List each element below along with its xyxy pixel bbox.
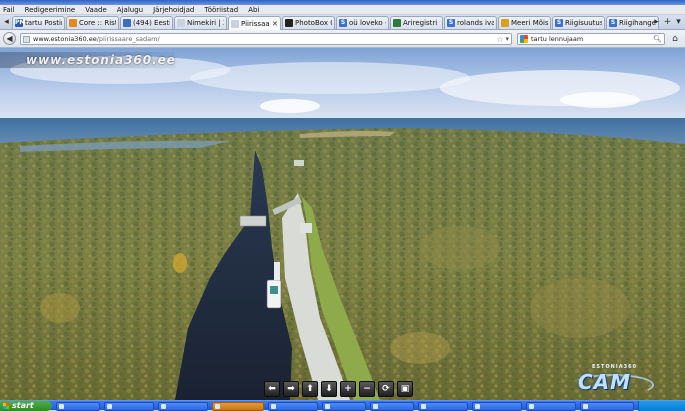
new-tab-button[interactable]: + [662, 17, 673, 28]
tab[interactable]: (494) Eesti M... [120, 16, 173, 29]
viewer-controls: ⬅ ➡ ⬆ ⬇ + − ⟳ ▣ [264, 381, 413, 397]
tab[interactable]: PhotoBox 0.5 [282, 16, 335, 29]
tab-close-icon[interactable]: ✕ [272, 20, 278, 28]
tab-scroll-left-icon[interactable]: ◂ [1, 17, 12, 28]
tab[interactable]: Srolands ivast... [444, 16, 497, 29]
tab-label: Äriregistri te... [403, 19, 440, 27]
person-favicon-icon [501, 19, 509, 27]
url-text[interactable]: www.estonia360.ee/piirissaare_sadam/ [33, 35, 496, 43]
menu-item[interactable]: Abi [248, 5, 259, 15]
tab[interactable]: PMtartu Postim... [12, 16, 65, 29]
page-favicon-icon [177, 19, 185, 27]
tab-label: Nimekiri | 360... [187, 19, 224, 27]
url-path: /piirissaare_sadam/ [96, 35, 160, 43]
autorotate-button[interactable]: ⟳ [378, 381, 394, 397]
menu-item[interactable]: Järjehoidjad [153, 5, 194, 15]
tab[interactable]: Nimekiri | 360... [174, 16, 227, 29]
photobox-favicon-icon [285, 19, 293, 27]
navigation-bar: ◀ www.estonia360.ee/piirissaare_sadam/ ☆… [0, 30, 685, 48]
app-icon [475, 404, 480, 409]
app-icon [583, 404, 588, 409]
fullscreen-button[interactable]: ▣ [397, 381, 413, 397]
app-icon [373, 404, 378, 409]
pan-left-button[interactable]: ⬅ [264, 381, 280, 397]
tab-label: Meeri Mõisap... [511, 19, 548, 27]
page-favicon-icon [231, 19, 239, 28]
app-icon [59, 404, 64, 409]
app-icon [161, 404, 166, 409]
search-engine-icon[interactable] [520, 35, 528, 43]
google-favicon-icon: S [609, 19, 617, 27]
tab-label: (494) Eesti M... [133, 19, 170, 27]
panorama-image[interactable] [0, 48, 685, 400]
search-input[interactable]: tartu lennujaam [531, 35, 653, 43]
app-icon [271, 404, 276, 409]
tab-label: PhotoBox 0.5 [295, 19, 332, 27]
zoom-in-button[interactable]: + [340, 381, 356, 397]
pan-down-button[interactable]: ⬇ [321, 381, 337, 397]
tab[interactable]: SRiigisuutuse ... [552, 16, 605, 29]
tab[interactable]: Soü loveko - G... [336, 16, 389, 29]
globe-favicon-icon [123, 19, 131, 27]
search-icon[interactable]: 🔍︎ [653, 35, 662, 43]
taskbar: start [0, 400, 685, 411]
menu-item[interactable]: Fail [3, 5, 15, 15]
tab-label: Riigisuutuse ... [565, 19, 602, 27]
back-button[interactable]: ◀ [3, 32, 16, 45]
logo-big-text: CAM [578, 370, 632, 394]
tab-label: rolands ivast... [457, 19, 494, 27]
google-favicon-icon: S [339, 19, 347, 27]
tab[interactable]: Äriregistri te... [390, 16, 443, 29]
tab-label: Piirissaare ... [241, 19, 270, 28]
menu-item[interactable]: Vaade [85, 5, 107, 15]
app-icon [421, 404, 426, 409]
camera-logo: ESTONIA360 CAM [572, 364, 654, 396]
tab-active[interactable]: Piirissaare ...✕ [228, 16, 281, 30]
registry-favicon-icon [393, 19, 401, 27]
tab-list-icon[interactable]: ▾ [673, 17, 684, 28]
tab-label: tartu Postim... [25, 19, 62, 27]
app-icon [325, 404, 330, 409]
menu-item[interactable]: Tööriistad [204, 5, 238, 15]
tab[interactable]: Core :: Risto... [66, 16, 119, 29]
postimees-favicon-icon: PM [15, 19, 26, 27]
tab[interactable]: Meeri Mõisap... [498, 16, 551, 29]
menu-item[interactable]: Redigeerimine [25, 5, 76, 15]
bookmark-star-icon[interactable]: ☆ [496, 35, 503, 44]
pan-right-button[interactable]: ➡ [283, 381, 299, 397]
start-label: start [12, 401, 34, 410]
windows-flag-icon [3, 403, 9, 409]
url-history-dropdown-icon[interactable]: ▾ [505, 35, 509, 43]
app-icon [215, 404, 220, 409]
site-watermark: www.estonia360.ee [26, 53, 176, 67]
pan-up-button[interactable]: ⬆ [302, 381, 318, 397]
home-icon: ⌂ [672, 34, 678, 44]
tab-scroll-right-icon[interactable]: ▸ [651, 17, 662, 28]
zoom-out-button[interactable]: − [359, 381, 375, 397]
app-icon [107, 404, 112, 409]
google-favicon-icon: S [447, 19, 455, 27]
site-identity-icon[interactable] [23, 35, 30, 43]
tab-label: oü loveko - G... [349, 19, 386, 27]
back-arrow-icon: ◀ [6, 34, 13, 43]
tab-bar: SRiigihangete ...SRiigisuutuse ...Meeri … [0, 15, 685, 30]
panorama-viewer[interactable]: www.estonia360.ee ⬅ ➡ ⬆ ⬇ + − ⟳ ▣ ESTONIA360 CA… [0, 48, 685, 400]
app-icon [529, 404, 534, 409]
search-bar[interactable]: tartu lennujaam 🔍︎ [517, 33, 665, 45]
menu-bar: Fail Redigeerimine Vaade Ajalugu Järjehoidja… [0, 5, 685, 15]
home-button[interactable]: ⌂ [669, 33, 681, 45]
tab-label: Core :: Risto... [79, 19, 116, 27]
core-favicon-icon [69, 19, 77, 27]
url-host: www.estonia360.ee [33, 35, 97, 43]
menu-item[interactable]: Ajalugu [117, 5, 143, 15]
address-bar[interactable]: www.estonia360.ee/piirissaare_sadam/ ☆ ▾ [20, 33, 512, 45]
google-favicon-icon: S [555, 19, 563, 27]
